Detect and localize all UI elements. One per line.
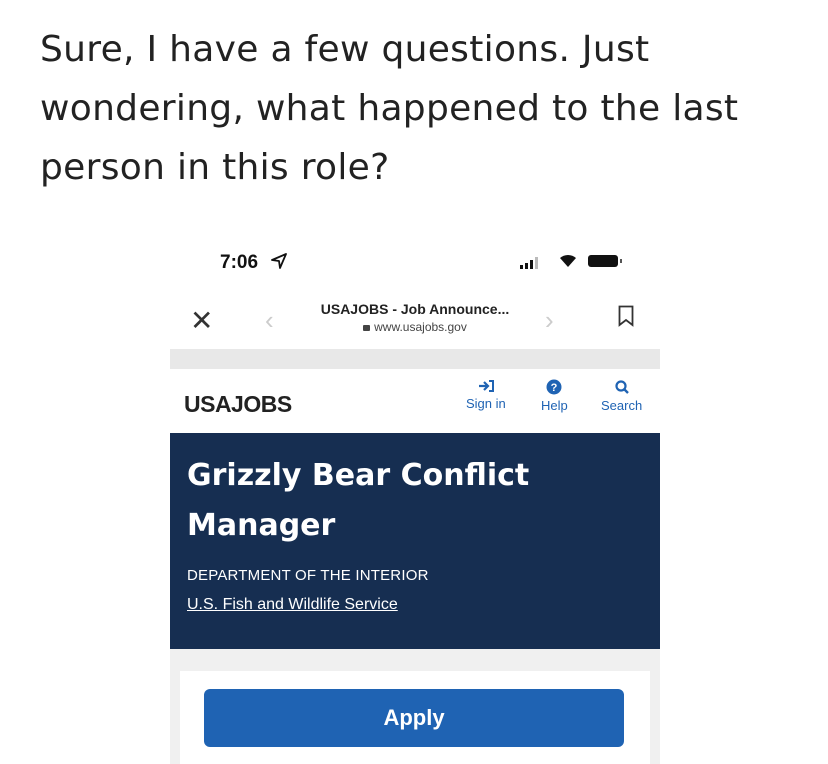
url-text: www.usajobs.gov bbox=[374, 320, 467, 334]
back-arrow-icon[interactable]: ‹ bbox=[265, 305, 274, 336]
search-icon bbox=[614, 380, 629, 394]
cell-signal-icon bbox=[520, 257, 538, 269]
job-title: Grizzly Bear Conflict Manager bbox=[187, 458, 530, 543]
caption-text: Sure, I have a few questions. Just wonde… bbox=[40, 29, 739, 188]
bookmark-icon[interactable] bbox=[618, 305, 634, 327]
apply-button[interactable]: Apply bbox=[204, 689, 624, 747]
help-label: Help bbox=[541, 398, 568, 413]
apply-card: Apply bbox=[180, 671, 650, 764]
forward-arrow-icon[interactable]: › bbox=[545, 305, 554, 336]
apply-section: Apply bbox=[170, 649, 660, 764]
close-icon[interactable]: ✕ bbox=[190, 307, 213, 335]
page-top-band bbox=[170, 349, 660, 369]
help-link[interactable]: ? Help bbox=[541, 379, 568, 413]
svg-text:?: ? bbox=[551, 382, 558, 394]
phone-screenshot: 7:06 ✕ ‹ USAJOBS - Job Announce... www.u… bbox=[170, 235, 660, 764]
url-line: www.usajobs.gov bbox=[300, 320, 530, 334]
search-link[interactable]: Search bbox=[601, 379, 642, 413]
job-title-banner: Grizzly Bear Conflict Manager DEPARTMENT… bbox=[170, 433, 660, 649]
location-arrow-icon bbox=[271, 253, 287, 269]
help-icon: ? bbox=[546, 379, 562, 395]
department-name: DEPARTMENT OF THE INTERIOR bbox=[187, 567, 429, 584]
lock-icon bbox=[363, 325, 371, 331]
usajobs-logo[interactable]: USAJOBS bbox=[184, 391, 292, 418]
page-title: USAJOBS - Job Announce... bbox=[320, 301, 510, 317]
site-header: USAJOBS Sign in ? Help Search bbox=[170, 369, 660, 433]
battery-icon bbox=[588, 255, 622, 267]
sign-in-icon bbox=[478, 380, 494, 392]
wifi-icon bbox=[560, 254, 576, 267]
agency-link[interactable]: U.S. Fish and Wildlife Service bbox=[187, 596, 398, 614]
status-time: 7:06 bbox=[220, 252, 259, 273]
sign-in-link[interactable]: Sign in bbox=[466, 379, 506, 411]
status-bar: 7:06 bbox=[170, 235, 660, 295]
browser-nav-bar: ✕ ‹ USAJOBS - Job Announce... www.usajob… bbox=[170, 295, 660, 350]
search-label: Search bbox=[601, 398, 643, 413]
sign-in-label: Sign in bbox=[466, 396, 506, 411]
address-bar[interactable]: USAJOBS - Job Announce... www.usajobs.go… bbox=[300, 301, 530, 334]
